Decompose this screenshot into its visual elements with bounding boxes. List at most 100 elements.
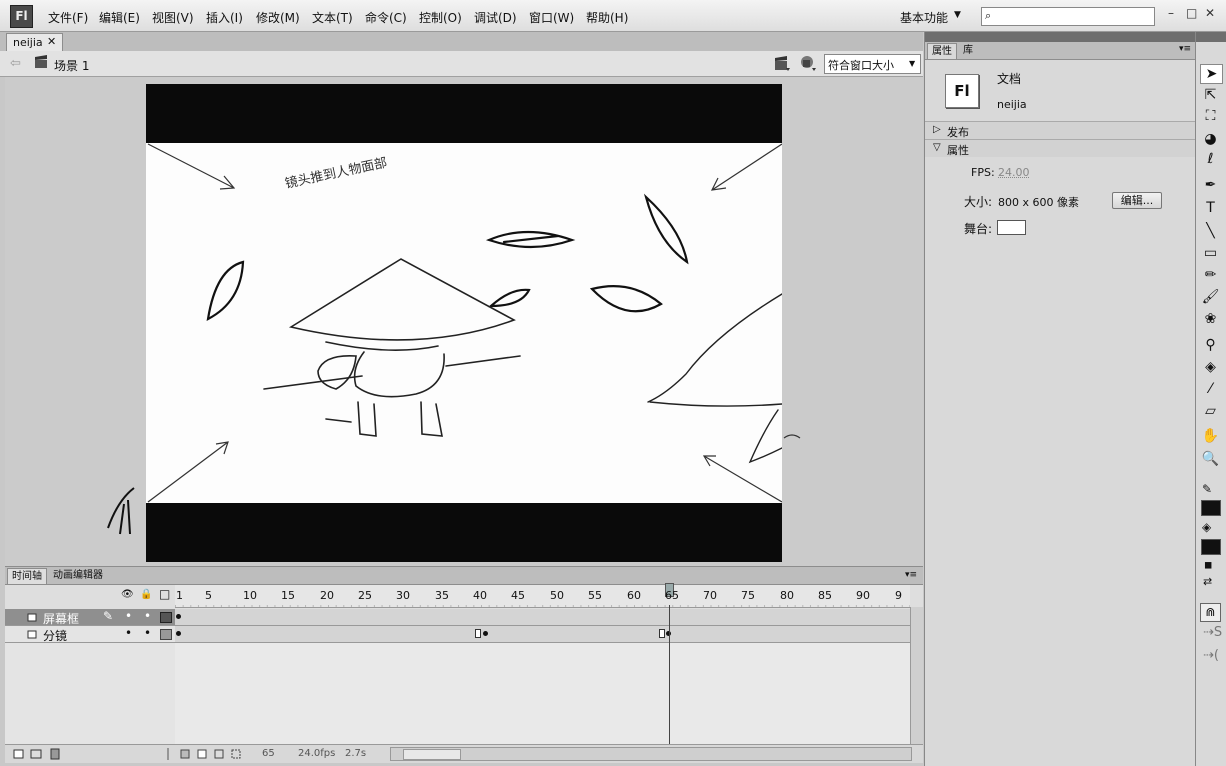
menu-edit[interactable]: 编辑(E) xyxy=(99,9,140,26)
back-arrow-icon[interactable]: ⇦ xyxy=(10,56,21,71)
layer-row[interactable]: 屏幕框 ✎ • • xyxy=(5,609,175,626)
straighten-icon[interactable]: ⇢( xyxy=(1203,648,1219,663)
fill-color-swatch[interactable] xyxy=(1201,539,1221,555)
3d-rotation-tool-icon[interactable]: ◕ xyxy=(1200,130,1221,148)
hand-tool-icon[interactable]: ✋ xyxy=(1200,427,1221,445)
lasso-tool-icon[interactable]: ℓ xyxy=(1200,150,1221,168)
section-properties[interactable]: ▽ 属性 xyxy=(925,139,1195,157)
selection-tool-icon[interactable]: ➤ xyxy=(1200,64,1223,84)
stage-canvas[interactable]: 镜头推到人物面部 xyxy=(146,84,782,562)
brush-tool-icon[interactable]: 🖌 xyxy=(1200,288,1221,306)
paint-bucket-tool-icon[interactable]: ◈ xyxy=(1200,358,1221,376)
tick-label: 30 xyxy=(396,589,410,602)
current-frame[interactable]: 65 xyxy=(262,748,275,759)
edit-scene-icon[interactable] xyxy=(774,55,790,71)
frame-area-empty[interactable] xyxy=(175,643,910,744)
bottom-letterbox xyxy=(146,503,782,562)
menu-control[interactable]: 控制(O) xyxy=(419,9,462,26)
panel-collapse-strip[interactable] xyxy=(1196,32,1226,42)
edit-symbols-icon[interactable] xyxy=(799,55,817,71)
black-white-icon[interactable]: ◼ xyxy=(1204,560,1212,571)
stroke-color-swatch[interactable] xyxy=(1201,500,1221,516)
frame-row[interactable] xyxy=(175,626,910,643)
lock-icon[interactable]: 🔒 xyxy=(140,589,152,600)
tab-library[interactable]: 库 xyxy=(959,43,977,58)
outline-icon[interactable]: □ xyxy=(159,587,170,601)
layer-row[interactable]: 分镜 • • xyxy=(5,626,175,643)
smooth-icon[interactable]: ⇢S xyxy=(1203,625,1222,640)
timeline-vertical-scrollbar[interactable] xyxy=(910,607,923,744)
menu-window[interactable]: 窗口(W) xyxy=(529,9,574,26)
help-search-input[interactable]: ⌕ xyxy=(981,7,1155,26)
pen-tool-icon[interactable]: ✒ xyxy=(1200,176,1221,194)
outline-color-swatch[interactable] xyxy=(160,629,172,640)
menu-file[interactable]: 文件(F) xyxy=(48,9,88,26)
tools-panel: ➤ ⇱ ⛶ ◕ ℓ ✒ T ╲ ▭ ✏ 🖌 ❀ ⚲ ◈ ⁄ ▱ ✋ 🔍 ✎ ◈ ◼ ⇄ ⋒ ⇢S ⇢( xyxy=(1195,32,1226,766)
panel-collapse-strip[interactable] xyxy=(925,32,1195,42)
rectangle-tool-icon[interactable]: ▭ xyxy=(1200,244,1221,262)
end-frame[interactable] xyxy=(659,629,665,638)
fps-value[interactable]: 24.00 xyxy=(998,166,1030,179)
eyedropper-tool-icon[interactable]: ⁄ xyxy=(1200,380,1221,398)
tick-label: 50 xyxy=(550,589,564,602)
layer-buttons[interactable] xyxy=(13,748,73,760)
tick-label: 15 xyxy=(281,589,295,602)
zoom-tool-icon[interactable]: 🔍 xyxy=(1200,450,1221,468)
stage-color-swatch[interactable] xyxy=(997,220,1026,235)
chevron-down-icon[interactable]: ▼ xyxy=(954,10,961,20)
panel-menu-icon[interactable]: ▾≡ xyxy=(1179,44,1191,54)
scrollbar-thumb[interactable] xyxy=(403,749,461,760)
close-icon[interactable]: ✕ xyxy=(47,35,56,48)
menu-text[interactable]: 文本(T) xyxy=(312,9,353,26)
visibility-dot[interactable]: • xyxy=(125,609,132,623)
snap-to-objects-icon[interactable]: ⋒ xyxy=(1200,603,1221,622)
chevron-down-icon: ▼ xyxy=(909,59,916,68)
timeline-horizontal-scrollbar[interactable] xyxy=(390,747,912,761)
tab-timeline[interactable]: 时间轴 xyxy=(7,568,47,584)
deco-tool-icon[interactable]: ❀ xyxy=(1200,310,1221,328)
search-icon: ⌕ xyxy=(985,9,992,22)
keyframe[interactable] xyxy=(483,631,488,636)
menu-debug[interactable]: 调试(D) xyxy=(474,9,517,26)
lock-dot[interactable]: • xyxy=(144,609,151,623)
onion-skin-buttons[interactable] xyxy=(165,748,273,760)
menu-view[interactable]: 视图(V) xyxy=(152,9,194,26)
maximize-button[interactable]: □ xyxy=(1186,6,1197,20)
menu-insert[interactable]: 插入(I) xyxy=(206,9,243,26)
outline-color-swatch[interactable] xyxy=(160,612,172,623)
tab-properties[interactable]: 属性 xyxy=(927,43,957,59)
eye-icon[interactable]: 👁 xyxy=(121,589,134,600)
lock-dot[interactable]: • xyxy=(144,626,151,640)
edit-document-button[interactable]: 编辑... xyxy=(1112,192,1162,209)
frame-row[interactable] xyxy=(175,609,910,626)
timeline-tab-bar: 时间轴 动画编辑器 ▾≡ xyxy=(5,567,923,585)
eraser-tool-icon[interactable]: ▱ xyxy=(1200,402,1221,420)
keyframe[interactable] xyxy=(176,614,181,619)
text-tool-icon[interactable]: T xyxy=(1200,199,1221,217)
frame-rate[interactable]: 24.0fps xyxy=(298,748,335,759)
panel-menu-icon[interactable]: ▾≡ xyxy=(905,570,917,580)
line-tool-icon[interactable]: ╲ xyxy=(1200,222,1221,240)
menu-commands[interactable]: 命令(C) xyxy=(365,9,407,26)
pencil-tool-icon[interactable]: ✏ xyxy=(1200,266,1221,284)
layer-list-empty xyxy=(5,643,176,744)
section-publish[interactable]: ▷ 发布 xyxy=(925,121,1195,139)
layer-name[interactable]: 分镜 xyxy=(43,627,67,644)
free-transform-tool-icon[interactable]: ⛶ xyxy=(1200,107,1221,125)
menu-modify[interactable]: 修改(M) xyxy=(256,9,300,26)
visibility-dot[interactable]: • xyxy=(125,626,132,640)
layer-name[interactable]: 屏幕框 xyxy=(43,610,79,627)
tab-motion-editor[interactable]: 动画编辑器 xyxy=(49,568,107,583)
minimize-button[interactable]: – xyxy=(1168,6,1174,20)
zoom-select[interactable]: 符合窗口大小 ▼ xyxy=(824,54,921,74)
frame-ruler[interactable]: 1 5 10 15 20 25 30 35 40 45 50 55 60 65 … xyxy=(175,583,910,608)
keyframe[interactable] xyxy=(176,631,181,636)
workspace-switcher[interactable]: 基本功能 xyxy=(900,9,948,26)
swap-colors-icon[interactable]: ⇄ xyxy=(1203,575,1212,588)
end-frame[interactable] xyxy=(475,629,481,638)
bone-tool-icon[interactable]: ⚲ xyxy=(1200,336,1221,354)
menu-help[interactable]: 帮助(H) xyxy=(586,9,628,26)
close-button[interactable]: ✕ xyxy=(1205,6,1215,20)
subselection-tool-icon[interactable]: ⇱ xyxy=(1200,86,1221,104)
document-tab[interactable]: neijia ✕ xyxy=(6,33,63,51)
